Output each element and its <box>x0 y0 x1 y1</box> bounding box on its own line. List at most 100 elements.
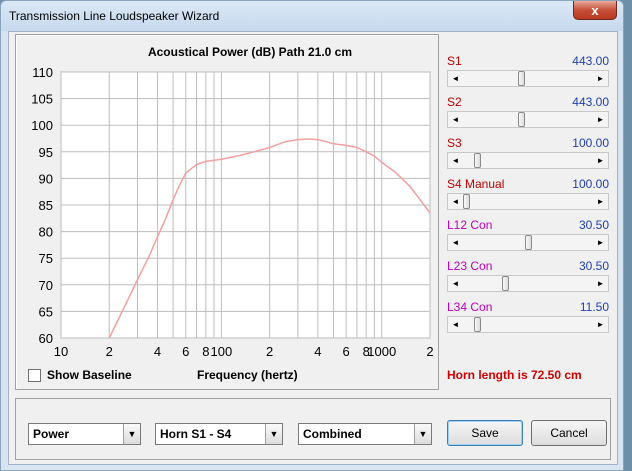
slider-group: S1 443.00 ◄ ► <box>447 54 609 87</box>
mode-select-value: Power <box>33 427 70 441</box>
y-tick-label: 85 <box>39 198 53 213</box>
slider-scrollbar[interactable]: ◄ ► <box>447 152 609 169</box>
slider-name: S3 <box>447 136 462 150</box>
scroll-right-icon[interactable]: ► <box>593 112 608 127</box>
horn-length-text: Horn length is 72.50 cm <box>447 368 582 382</box>
slider-thumb[interactable] <box>524 235 532 250</box>
y-axis-ticks: 110 105 100 95 90 85 80 75 70 65 60 <box>31 65 53 346</box>
y-tick-label: 75 <box>39 251 53 266</box>
y-tick-label: 65 <box>39 304 53 319</box>
scroll-right-icon[interactable]: ► <box>593 276 608 291</box>
slider-name: L23 Con <box>447 259 493 273</box>
scroll-right-icon[interactable]: ► <box>593 153 608 168</box>
scroll-left-icon[interactable]: ◄ <box>448 235 463 250</box>
slider-name: S4 Manual <box>447 177 505 191</box>
close-icon: x <box>591 2 599 18</box>
title-bar[interactable]: Transmission Line Loudspeaker Wizard x <box>1 1 623 31</box>
scroll-left-icon[interactable]: ◄ <box>448 194 463 209</box>
slider-thumb[interactable] <box>474 317 482 332</box>
slider-scrollbar[interactable]: ◄ ► <box>447 111 609 128</box>
slider-value: 443.00 <box>572 95 609 109</box>
combination-select[interactable]: Combined ▼ <box>298 423 432 445</box>
x-tick-label: 2 <box>426 344 433 359</box>
y-tick-label: 90 <box>39 171 53 186</box>
x-tick-label: 1000 <box>367 344 396 359</box>
section-select-value: Horn S1 - S4 <box>160 427 232 441</box>
slider-scrollbar[interactable]: ◄ ► <box>447 193 609 210</box>
close-button[interactable]: x <box>573 1 617 20</box>
chevron-down-icon[interactable]: ▼ <box>414 424 431 444</box>
slider-group: S4 Manual 100.00 ◄ ► <box>447 177 609 210</box>
slider-thumb[interactable] <box>502 276 510 291</box>
slider-value: 30.50 <box>578 259 609 273</box>
y-tick-label: 105 <box>31 92 53 107</box>
x-tick-label: 2 <box>266 344 273 359</box>
slider-name: S2 <box>447 95 462 109</box>
x-tick-label: 4 <box>314 344 321 359</box>
scroll-left-icon[interactable]: ◄ <box>448 276 463 291</box>
section-select[interactable]: Horn S1 - S4 ▼ <box>155 423 283 445</box>
slider-value: 443.00 <box>572 54 609 68</box>
scroll-left-icon[interactable]: ◄ <box>448 71 463 86</box>
scroll-left-icon[interactable]: ◄ <box>448 317 463 332</box>
x-tick-label: 100 <box>211 344 233 359</box>
save-button-label: Save <box>471 426 499 440</box>
slider-thumb[interactable] <box>474 153 482 168</box>
slider-name: S1 <box>447 54 462 68</box>
chevron-down-icon[interactable]: ▼ <box>265 424 282 444</box>
slider-header: S3 100.00 <box>447 136 609 151</box>
scroll-right-icon[interactable]: ► <box>593 194 608 209</box>
slider-thumb[interactable] <box>518 112 526 127</box>
scroll-left-icon[interactable]: ◄ <box>448 112 463 127</box>
window-title: Transmission Line Loudspeaker Wizard <box>9 9 220 23</box>
scroll-right-icon[interactable]: ► <box>593 235 608 250</box>
slider-scrollbar[interactable]: ◄ ► <box>447 316 609 333</box>
x-tick-label: 4 <box>154 344 161 359</box>
y-tick-label: 110 <box>32 65 53 80</box>
show-baseline-checkbox[interactable] <box>28 368 41 382</box>
y-tick-label: 100 <box>31 118 53 133</box>
x-tick-label: 6 <box>343 344 350 359</box>
y-tick-label: 70 <box>39 278 53 293</box>
cancel-button-label: Cancel <box>550 426 588 440</box>
slider-scrollbar[interactable]: ◄ ► <box>447 70 609 87</box>
x-axis-label: Frequency (hertz) <box>197 368 298 382</box>
power-chart: 1101051009590858075706560 10 2 4 6 8 100 2 4 6 81… <box>31 65 434 359</box>
slider-thumb[interactable] <box>463 194 470 209</box>
slider-scrollbar[interactable]: ◄ ► <box>447 275 609 292</box>
scroll-left-icon[interactable]: ◄ <box>448 153 463 168</box>
y-tick-label: 80 <box>39 225 53 240</box>
x-axis-ticks: 10 2 4 6 8 100 2 4 6 81000 2 <box>54 344 434 359</box>
slider-group: S3 100.00 ◄ ► <box>447 136 609 169</box>
scroll-right-icon[interactable]: ► <box>593 71 608 86</box>
slider-value: 100.00 <box>572 136 609 150</box>
show-baseline-label: Show Baseline <box>47 368 132 382</box>
slider-scrollbar[interactable]: ◄ ► <box>447 234 609 251</box>
cancel-button[interactable]: Cancel <box>531 420 607 446</box>
client-area: Acoustical Power (dB) Path 21.0 cm 110 10… <box>8 31 618 465</box>
chevron-down-icon[interactable]: ▼ <box>123 424 140 444</box>
y-tick-label: 95 <box>39 145 53 160</box>
slider-group: L12 Con 30.50 ◄ ► <box>447 218 609 251</box>
slider-header: L34 Con 11.50 <box>447 300 609 315</box>
x-tick-label: 8 <box>202 344 209 359</box>
combination-select-value: Combined <box>303 427 362 441</box>
slider-header: L23 Con 30.50 <box>447 259 609 274</box>
slider-header: L12 Con 30.50 <box>447 218 609 233</box>
y-tick-label: 60 <box>39 331 53 346</box>
x-tick-label: 10 <box>54 344 68 359</box>
slider-group: L34 Con 11.50 ◄ ► <box>447 300 609 333</box>
show-baseline-toggle[interactable]: Show Baseline <box>28 368 132 382</box>
mode-select[interactable]: Power ▼ <box>28 423 141 445</box>
scroll-right-icon[interactable]: ► <box>593 317 608 332</box>
save-button[interactable]: Save <box>447 420 523 446</box>
slider-thumb[interactable] <box>518 71 526 86</box>
wizard-window: Transmission Line Loudspeaker Wizard x A… <box>0 0 624 471</box>
slider-name: L34 Con <box>447 300 493 314</box>
x-tick-label: 2 <box>106 344 113 359</box>
slider-value: 30.50 <box>578 218 609 232</box>
slider-header: S4 Manual 100.00 <box>447 177 609 192</box>
slider-header: S2 443.00 <box>447 95 609 110</box>
slider-value: 100.00 <box>572 177 609 191</box>
slider-group: L23 Con 30.50 ◄ ► <box>447 259 609 292</box>
